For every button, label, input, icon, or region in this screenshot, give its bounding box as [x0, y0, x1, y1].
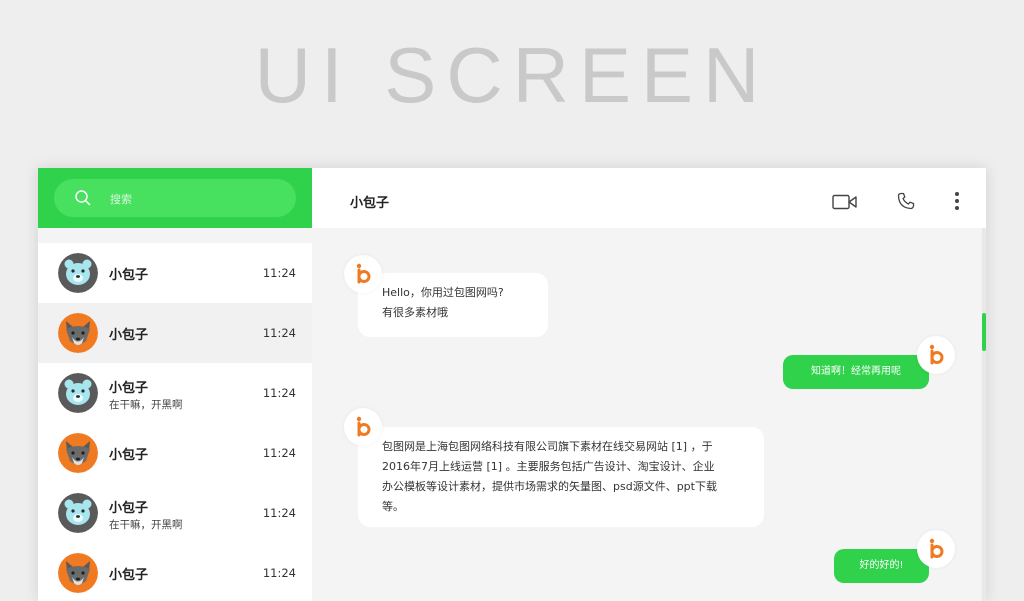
- contact-last-message: 在干嘛，开黑啊: [109, 399, 183, 411]
- contact-last-message: 在干嘛，开黑啊: [109, 519, 183, 531]
- contact-time: 11:24: [262, 266, 296, 280]
- contact-time: 11:24: [262, 506, 296, 520]
- chat-scrollbar[interactable]: [982, 228, 986, 601]
- chat-app-window: 小包子 11:24 小包子 11:24: [38, 168, 986, 601]
- contact-time: 11:24: [262, 446, 296, 460]
- contact-name: 小包子: [109, 501, 149, 516]
- message-line: 包图网是上海包图网络科技有限公司旗下素材在线交易网站 [1] ，于: [382, 440, 713, 453]
- outgoing-message-bubble: 好的好的!: [834, 549, 929, 583]
- scrollbar-thumb[interactable]: [982, 313, 986, 351]
- message-line: 有很多素材哦: [382, 306, 448, 319]
- chat-title: 小包子: [350, 196, 390, 211]
- contact-avatar: [344, 408, 382, 446]
- outgoing-message-bubble: 知道啊！经常再用呢: [783, 355, 929, 389]
- search-box[interactable]: [54, 179, 296, 217]
- brand-logo-icon: [356, 416, 371, 437]
- chat-panel: 小包子 Hello，你用过包图网吗? 有很多素材哦 知道啊！经常再用呢 包图网是…: [312, 168, 986, 601]
- message-line: 等。: [382, 500, 404, 513]
- phone-icon[interactable]: [897, 192, 915, 210]
- more-vertical-icon[interactable]: [954, 191, 960, 211]
- contact-name: 小包子: [109, 268, 149, 283]
- page-headline: UI SCREEN: [254, 31, 770, 119]
- message-line: 2016年7月上线运营 [1] 。主要服务包括广告设计、淘宝设计、企业: [382, 460, 715, 473]
- search-bar: [38, 168, 312, 228]
- wolf-avatar-icon: [58, 553, 98, 593]
- bear-avatar-icon: [58, 253, 98, 293]
- brand-logo-icon: [356, 263, 371, 284]
- contact-time: 11:24: [262, 326, 296, 340]
- wolf-avatar-icon: [58, 433, 98, 473]
- contact-name: 小包子: [109, 448, 149, 463]
- brand-logo-icon: [929, 538, 944, 559]
- user-avatar: [917, 530, 955, 568]
- bear-avatar-icon: [58, 373, 98, 413]
- message-line: Hello，你用过包图网吗?: [382, 286, 504, 299]
- contact-avatar: [344, 255, 382, 293]
- brand-logo-icon: [929, 344, 944, 365]
- search-input[interactable]: [108, 188, 282, 210]
- wolf-avatar-icon: [58, 313, 98, 353]
- contacts-sidebar: 小包子 11:24 小包子 11:24: [38, 168, 312, 601]
- contact-item[interactable]: 小包子 11:24: [38, 423, 312, 483]
- contact-list: 小包子 11:24 小包子 11:24 小包子 在干嘛，开黑啊 11:24 小包…: [38, 243, 312, 601]
- incoming-message-bubble: 包图网是上海包图网络科技有限公司旗下素材在线交易网站 [1] ，于 2016年7…: [358, 427, 764, 527]
- contact-item[interactable]: 小包子 11:24: [38, 303, 312, 363]
- contact-name: 小包子: [109, 381, 149, 396]
- contact-item[interactable]: 小包子 11:24: [38, 543, 312, 601]
- message-line: 办公模板等设计素材，提供市场需求的矢量图、psd源文件、ppt下载: [382, 480, 717, 493]
- contact-time: 11:24: [262, 566, 296, 580]
- contact-item[interactable]: 小包子 11:24: [38, 243, 312, 303]
- contact-item[interactable]: 小包子 在干嘛，开黑啊 11:24: [38, 363, 312, 423]
- chat-header: 小包子: [312, 168, 986, 228]
- contact-name: 小包子: [109, 568, 149, 583]
- search-icon: [75, 190, 91, 206]
- video-call-icon[interactable]: [832, 194, 858, 210]
- user-avatar: [917, 336, 955, 374]
- contact-time: 11:24: [262, 386, 296, 400]
- incoming-message-bubble: Hello，你用过包图网吗? 有很多素材哦: [358, 273, 548, 337]
- contact-name: 小包子: [109, 328, 149, 343]
- bear-avatar-icon: [58, 493, 98, 533]
- contact-item[interactable]: 小包子 在干嘛，开黑啊 11:24: [38, 483, 312, 543]
